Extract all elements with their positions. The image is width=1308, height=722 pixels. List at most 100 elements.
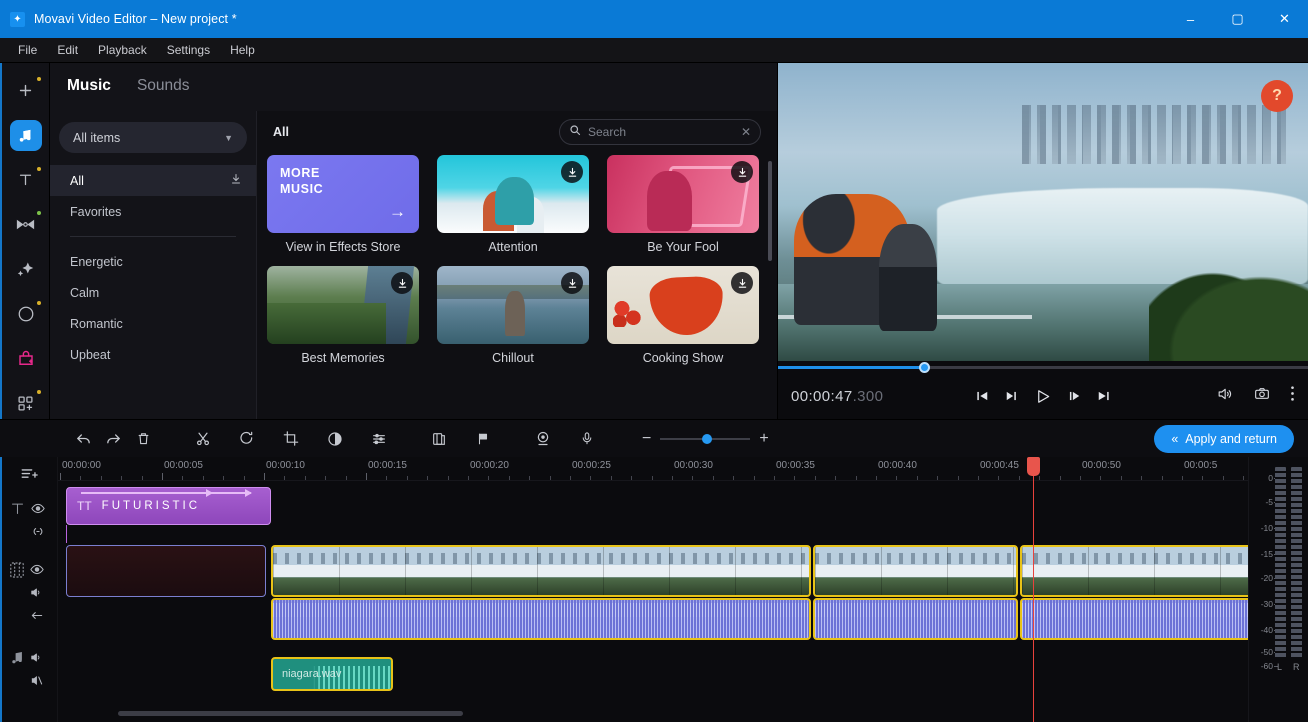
speaker-icon[interactable]: [30, 585, 44, 603]
apply-and-return-button[interactable]: « Apply and return: [1154, 424, 1294, 453]
zoom-in-button[interactable]: +: [759, 430, 768, 448]
video-clip-3[interactable]: [1020, 545, 1248, 597]
speaker-icon[interactable]: [30, 650, 44, 668]
crop-button[interactable]: [276, 424, 306, 454]
camera-icon[interactable]: [1253, 386, 1271, 407]
download-icon[interactable]: [731, 161, 753, 183]
tab-sounds[interactable]: Sounds: [137, 77, 190, 97]
menu-playback[interactable]: Playback: [88, 40, 157, 60]
card-cooking-show[interactable]: Cooking Show: [607, 266, 759, 365]
rail-titles[interactable]: [10, 165, 42, 196]
link-icon[interactable]: [31, 524, 45, 542]
delete-button[interactable]: [128, 424, 158, 454]
skip-start-icon[interactable]: [975, 389, 990, 403]
video-waveform-3[interactable]: [1020, 598, 1248, 640]
help-button[interactable]: ?: [1261, 80, 1293, 112]
download-icon[interactable]: [731, 272, 753, 294]
video-preview[interactable]: ?: [778, 63, 1308, 361]
rail-music[interactable]: [9, 119, 42, 151]
color-adjust-button[interactable]: [320, 424, 350, 454]
video-clip-1[interactable]: [271, 545, 811, 597]
track-thumbnail[interactable]: [437, 266, 589, 344]
properties-button[interactable]: [364, 424, 394, 454]
play-icon[interactable]: [1035, 388, 1052, 405]
rail-more-tools[interactable]: [10, 388, 42, 419]
minimize-button[interactable]: –: [1167, 0, 1214, 38]
marker-button[interactable]: [468, 424, 498, 454]
timeline-horizontal-scrollbar[interactable]: [118, 711, 463, 716]
zoom-slider-handle[interactable]: [701, 433, 712, 444]
close-button[interactable]: ✕: [1261, 0, 1308, 38]
timeline-ruler[interactable]: 00:00:00 00:00:05 00:00:10 00:00:15 00:0…: [58, 457, 1248, 481]
eye-icon[interactable]: [31, 501, 45, 519]
video-waveform-2[interactable]: [813, 598, 1018, 640]
search-input[interactable]: [588, 125, 734, 139]
eye-icon[interactable]: [30, 562, 44, 580]
store-thumbnail[interactable]: MORE MUSIC →: [267, 155, 419, 233]
category-romantic[interactable]: Romantic: [50, 308, 256, 339]
download-icon[interactable]: [230, 173, 242, 188]
card-view-in-effects-store[interactable]: MORE MUSIC → View in Effects Store: [267, 155, 419, 254]
rail-import-media[interactable]: [10, 75, 42, 106]
card-best-memories[interactable]: Best Memories: [267, 266, 419, 365]
undo-button[interactable]: [68, 424, 98, 454]
category-upbeat[interactable]: Upbeat: [50, 339, 256, 370]
menu-file[interactable]: File: [8, 40, 47, 60]
category-energetic[interactable]: Energetic: [50, 246, 256, 277]
card-be-your-fool[interactable]: Be Your Fool: [607, 155, 759, 254]
menu-edit[interactable]: Edit: [47, 40, 88, 60]
kebab-menu-icon[interactable]: [1290, 385, 1295, 407]
zoom-out-button[interactable]: −: [642, 430, 651, 448]
download-icon[interactable]: [391, 272, 413, 294]
audio-track-row[interactable]: niagara.wav: [58, 657, 1248, 691]
screen-record-button[interactable]: [528, 424, 558, 454]
category-calm[interactable]: Calm: [50, 277, 256, 308]
timeline-tracks-area[interactable]: 00:00:00 00:00:05 00:00:10 00:00:15 00:0…: [58, 457, 1248, 722]
arrow-left-icon[interactable]: [30, 608, 44, 626]
rail-stickers[interactable]: [10, 344, 42, 375]
tab-music[interactable]: Music: [67, 77, 111, 97]
track-thumbnail[interactable]: [607, 155, 759, 233]
skip-end-icon[interactable]: [1097, 389, 1112, 403]
title-clip-futuristic[interactable]: TT FUTURISTIC: [66, 487, 271, 525]
seek-handle[interactable]: [918, 362, 930, 373]
track-thumbnail[interactable]: [607, 266, 759, 344]
track-thumbnail[interactable]: [437, 155, 589, 233]
search-box[interactable]: ✕: [559, 119, 761, 145]
playhead[interactable]: [1027, 457, 1040, 722]
video-clip-dark[interactable]: [66, 545, 266, 597]
video-waveform-1[interactable]: [271, 598, 811, 640]
preview-seekbar[interactable]: [778, 361, 1308, 373]
category-favorites[interactable]: Favorites: [50, 196, 256, 227]
redo-button[interactable]: [98, 424, 128, 454]
rail-effects[interactable]: [10, 254, 42, 285]
menu-settings[interactable]: Settings: [157, 40, 220, 60]
category-all[interactable]: All: [50, 165, 256, 196]
mute-icon[interactable]: [30, 673, 44, 691]
voice-record-button[interactable]: [572, 424, 602, 454]
video-track-row[interactable]: [58, 545, 1248, 597]
download-icon[interactable]: [561, 161, 583, 183]
card-chillout[interactable]: Chillout: [437, 266, 589, 365]
audio-clip-niagara[interactable]: niagara.wav: [271, 657, 393, 691]
card-attention[interactable]: Attention: [437, 155, 589, 254]
prev-frame-icon[interactable]: [1005, 389, 1020, 403]
playhead-handle[interactable]: [1027, 457, 1040, 476]
close-icon[interactable]: ✕: [741, 125, 751, 139]
all-items-dropdown[interactable]: All items ▼: [59, 122, 247, 153]
rail-transitions[interactable]: [10, 209, 42, 240]
media-scrollbar[interactable]: [768, 161, 772, 261]
video-audio-row[interactable]: [58, 598, 1248, 640]
add-track-button[interactable]: [20, 467, 39, 488]
maximize-button[interactable]: ▢: [1214, 0, 1261, 38]
next-frame-icon[interactable]: [1067, 389, 1082, 403]
rotate-button[interactable]: [232, 424, 262, 454]
video-clip-2[interactable]: [813, 545, 1018, 597]
title-track-row[interactable]: TT FUTURISTIC: [58, 487, 1248, 543]
speaker-icon[interactable]: [1215, 386, 1234, 407]
rail-filters[interactable]: [10, 299, 42, 330]
clip-properties-button[interactable]: [424, 424, 454, 454]
download-icon[interactable]: [561, 272, 583, 294]
menu-help[interactable]: Help: [220, 40, 265, 60]
track-thumbnail[interactable]: [267, 266, 419, 344]
